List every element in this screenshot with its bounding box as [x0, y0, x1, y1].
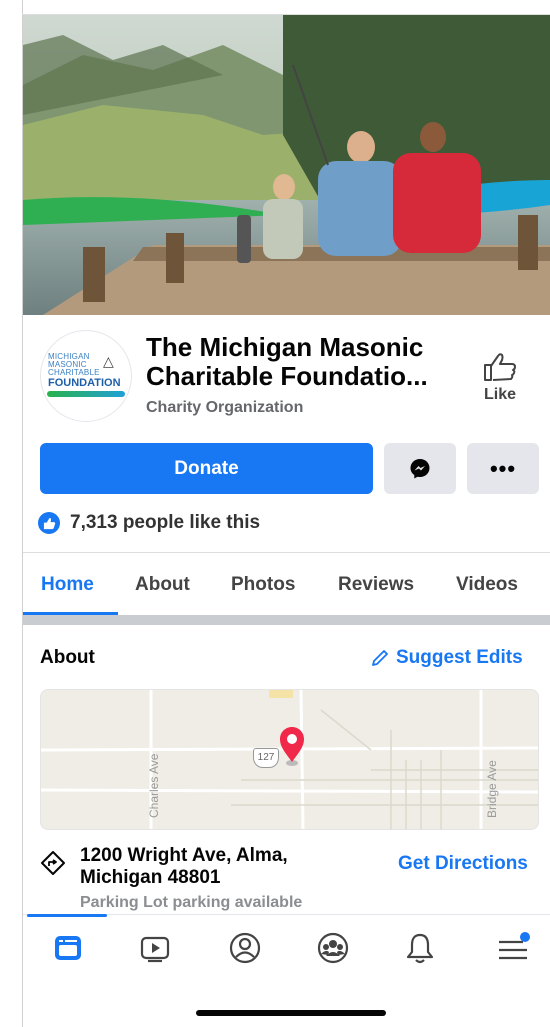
- nav-news-feed[interactable]: [48, 930, 88, 966]
- page-logo[interactable]: MICHIGAN MASONIC CHARITABLE △ FOUNDATION: [40, 330, 132, 422]
- page-title: The Michigan Masonic Charitable Foundati…: [146, 332, 428, 391]
- logo-swoosh: [47, 391, 125, 397]
- nav-watch[interactable]: [135, 930, 175, 966]
- message-button[interactable]: [384, 443, 456, 494]
- tab-home[interactable]: Home: [41, 574, 94, 596]
- cover-photo[interactable]: [23, 15, 550, 315]
- suggest-edits-label: Suggest Edits: [396, 647, 523, 668]
- location-map[interactable]: 127 Charles Ave Bridge Ave: [40, 689, 539, 830]
- donate-button[interactable]: Donate: [40, 443, 373, 494]
- menu-icon: [499, 932, 530, 960]
- like-label: Like: [483, 386, 516, 403]
- section-divider: [23, 615, 550, 625]
- nav-menu[interactable]: [493, 930, 533, 966]
- more-options-button[interactable]: •••: [467, 443, 539, 494]
- groups-icon: [317, 932, 349, 964]
- address-text[interactable]: 1200 Wright Ave, Alma, Michigan 48801: [80, 845, 340, 889]
- map-pin-icon: [280, 727, 304, 762]
- get-directions-button[interactable]: Get Directions: [398, 853, 528, 875]
- logo-text-small: MICHIGAN MASONIC CHARITABLE: [48, 352, 100, 377]
- profile-icon: [229, 932, 261, 964]
- page-tabs: Home About Photos Reviews Videos: [23, 560, 550, 614]
- tab-reviews[interactable]: Reviews: [338, 574, 414, 596]
- nav-notifications[interactable]: [400, 930, 440, 966]
- page-likes[interactable]: 7,313 people like this: [38, 510, 260, 536]
- home-indicator[interactable]: [196, 1010, 386, 1016]
- watch-icon: [140, 936, 170, 963]
- logo-text-foundation: FOUNDATION: [48, 377, 121, 389]
- parking-info: Parking Lot parking available: [80, 894, 303, 911]
- news-feed-icon: [55, 936, 81, 960]
- street-label: Bridge Ave: [485, 760, 499, 818]
- nav-groups[interactable]: [313, 930, 353, 966]
- divider: [23, 552, 550, 553]
- suggest-edits-button[interactable]: Suggest Edits: [370, 647, 523, 669]
- page-category[interactable]: Charity Organization: [146, 399, 303, 417]
- tab-videos[interactable]: Videos: [456, 574, 518, 596]
- notifications-icon: [406, 933, 434, 964]
- like-badge-icon: [38, 512, 60, 534]
- bottom-nav: [23, 914, 550, 972]
- square-compass-icon: △: [103, 353, 114, 369]
- about-heading: About: [40, 647, 95, 668]
- pencil-icon: [372, 650, 388, 666]
- street-label: Charles Ave: [147, 753, 161, 818]
- active-nav-indicator: [27, 914, 107, 917]
- thumbs-up-icon: [484, 353, 516, 381]
- directions-icon: [41, 851, 65, 875]
- tab-about[interactable]: About: [135, 574, 190, 596]
- nav-profile[interactable]: [225, 930, 265, 966]
- messenger-icon: [410, 458, 430, 478]
- like-button[interactable]: Like: [470, 352, 530, 418]
- likes-count: 7,313 people like this: [70, 512, 261, 533]
- tab-photos[interactable]: Photos: [231, 574, 295, 596]
- route-shield: 127: [253, 748, 279, 768]
